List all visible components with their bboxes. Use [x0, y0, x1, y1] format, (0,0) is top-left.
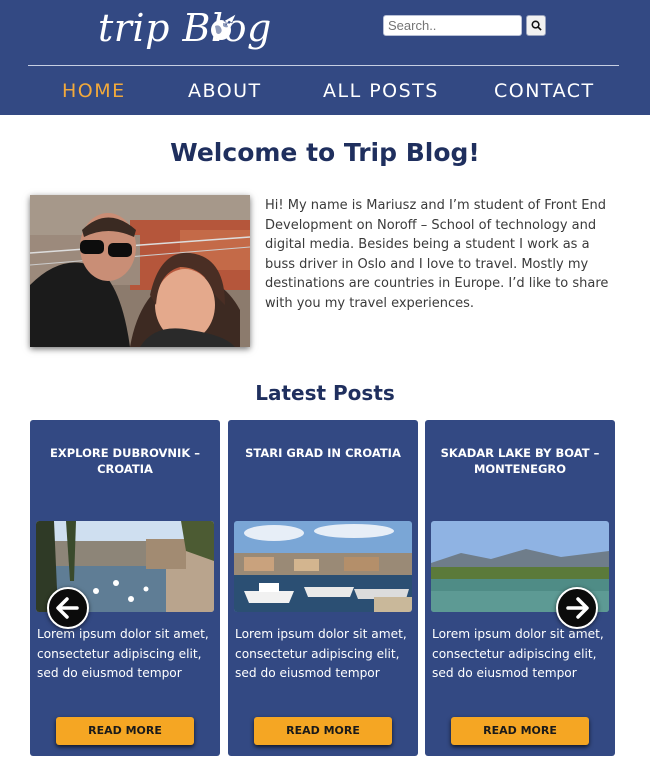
- post-excerpt: Lorem ipsum dolor sit amet, consectetur …: [235, 627, 407, 680]
- post-card: SKADAR LAKE BY BOAT – MONTENEGRO Lorem i…: [425, 420, 615, 756]
- post-title[interactable]: EXPLORE DUBROVNIK – CROATIA: [38, 445, 212, 477]
- search-input[interactable]: [383, 15, 522, 36]
- site-logo[interactable]: trip Blog: [98, 6, 272, 50]
- page-title: Welcome to Trip Blog!: [170, 138, 480, 167]
- nav-item-about[interactable]: ABOUT: [188, 80, 262, 102]
- author-photo: [30, 195, 250, 347]
- globe-plane-icon: [211, 13, 237, 40]
- main-nav: HOME ABOUT ALL POSTS CONTACT: [0, 72, 650, 112]
- read-more-button[interactable]: READ MORE: [451, 717, 589, 745]
- post-image[interactable]: [234, 521, 412, 612]
- arrow-right-icon: [566, 597, 589, 619]
- nav-divider: [28, 65, 619, 66]
- carousel-next-button[interactable]: [556, 587, 598, 629]
- intro-text: Hi! My name is Mariusz and I’m student o…: [265, 198, 609, 311]
- arrow-left-icon: [56, 597, 79, 619]
- read-more-button[interactable]: READ MORE: [254, 717, 392, 745]
- carousel-prev-button[interactable]: [47, 587, 89, 629]
- nav-item-all-posts[interactable]: ALL POSTS: [323, 80, 439, 102]
- nav-item-contact[interactable]: CONTACT: [494, 80, 595, 102]
- latest-posts-heading: Latest Posts: [255, 381, 395, 405]
- search-bar: [383, 15, 546, 36]
- post-title[interactable]: SKADAR LAKE BY BOAT – MONTENEGRO: [433, 445, 607, 477]
- post-excerpt: Lorem ipsum dolor sit amet, consectetur …: [432, 627, 604, 680]
- search-icon: [531, 20, 542, 31]
- search-button[interactable]: [526, 15, 546, 36]
- read-more-button[interactable]: READ MORE: [56, 717, 194, 745]
- site-header: trip Blog HOME ABOUT ALL POSTS CONTACT: [0, 0, 650, 115]
- post-title[interactable]: STARI GRAD IN CROATIA: [236, 445, 410, 461]
- post-card: STARI GRAD IN CROATIA Lorem ipsum dolor …: [228, 420, 418, 756]
- nav-item-home[interactable]: HOME: [62, 80, 126, 102]
- post-excerpt: Lorem ipsum dolor sit amet, consectetur …: [37, 627, 209, 680]
